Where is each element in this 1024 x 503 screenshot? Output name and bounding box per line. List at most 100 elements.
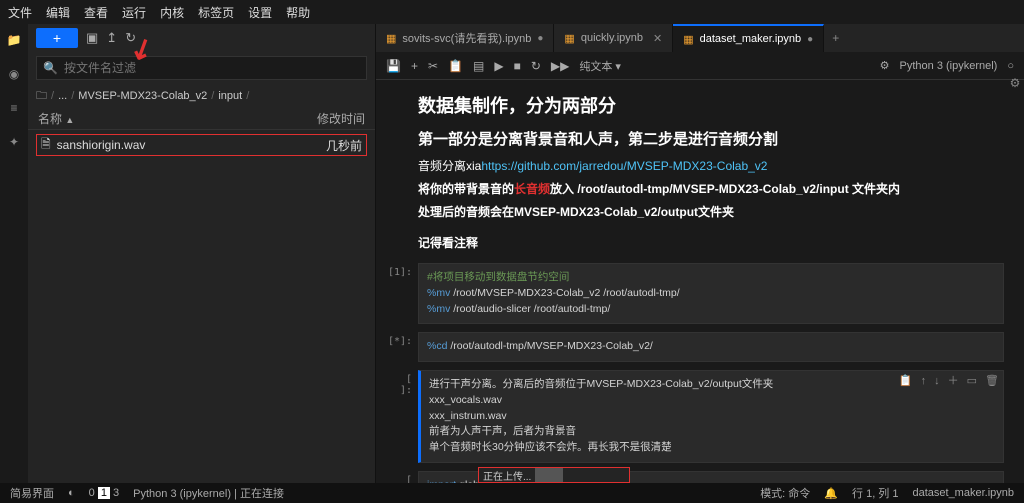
new-folder-icon[interactable]: ▣ bbox=[86, 30, 98, 46]
status-filename: dataset_maker.ipynb bbox=[912, 487, 1014, 499]
paste-icon[interactable]: ▤ bbox=[473, 59, 484, 73]
cell-actions: 📋 ↑ ↓ ＋ ▭ 🗑 bbox=[899, 373, 999, 390]
status-bar: 简易界面 ◐ 0 1 3 Python 3 (ipykernel) | 正在连接… bbox=[0, 483, 1024, 503]
file-browser-panel: + ▣ ↥ ↻ ↙ 🔍 🗀/ .../ MVSEP-MDX23-Colab_v2… bbox=[28, 24, 376, 483]
save-icon[interactable]: 💾 bbox=[386, 59, 401, 73]
status-kernel: Python 3 (ipykernel) | 正在连接 bbox=[133, 485, 284, 501]
menu-settings[interactable]: 设置 bbox=[248, 4, 272, 21]
activity-bar: 📁 ◉ ≡ ✦ bbox=[0, 24, 28, 483]
menu-file[interactable]: 文件 bbox=[8, 4, 32, 21]
file-filter-input[interactable] bbox=[64, 61, 360, 75]
menu-bar: 文件 编辑 查看 运行 内核 标签页 设置 帮助 bbox=[0, 0, 1024, 24]
notebook-toolbar: 💾 + ✂ 📋 ▤ ▶ ■ ↻ ▶▶ 纯文本 ▾ ⚙ Python 3 (ipy… bbox=[376, 52, 1024, 80]
cut-icon[interactable]: ✂ bbox=[428, 59, 438, 73]
status-0: 0 bbox=[89, 487, 95, 499]
file-icon: 🗎 bbox=[41, 135, 51, 156]
md-p4: 记得看注释 bbox=[418, 234, 1004, 251]
tab-dataset-maker[interactable]: ▦ dataset_maker.ipynb ● bbox=[673, 24, 824, 52]
markdown-cell[interactable]: 数据集制作，分为两部分 第一部分是分离背景音和人声，第二步是进行音频分割 音频分… bbox=[418, 92, 1004, 251]
md-p3: 处理后的音频会在MVSEP-MDX23-Colab_v2/output文件夹 bbox=[418, 203, 1004, 220]
file-row[interactable]: 🗎 sanshiorigin.wav 几秒前 bbox=[36, 134, 367, 156]
folder-icon: 🗀 bbox=[36, 87, 47, 106]
run-icon[interactable]: ▶ bbox=[494, 59, 503, 73]
stop-icon[interactable]: ■ bbox=[514, 59, 521, 73]
bell-icon[interactable]: 🔔 bbox=[824, 487, 838, 500]
notebook-icon: ▦ bbox=[386, 32, 396, 45]
tab-label: quickly.ipynb bbox=[581, 32, 643, 44]
folder-icon[interactable]: 📁 bbox=[6, 32, 22, 48]
cell-prompt: [1]: bbox=[388, 263, 418, 324]
notebook-icon: ▦ bbox=[683, 33, 693, 46]
status-1: 1 bbox=[98, 487, 110, 499]
menu-run[interactable]: 运行 bbox=[122, 4, 146, 21]
upload-icon[interactable]: ↥ bbox=[106, 30, 117, 46]
copy-icon[interactable]: 📋 bbox=[448, 59, 463, 73]
status-3: 3 bbox=[113, 487, 119, 499]
file-name: sanshiorigin.wav bbox=[57, 138, 146, 152]
col-name[interactable]: 名称 bbox=[38, 112, 62, 126]
new-button[interactable]: + bbox=[36, 28, 78, 48]
file-table-header: 名称 ▲ 修改时间 bbox=[28, 108, 375, 130]
status-simple-ui[interactable]: 简易界面 bbox=[10, 485, 54, 501]
close-icon[interactable]: ✕ bbox=[653, 32, 662, 45]
tab-sovits[interactable]: ▦ sovits-svc(请先看我).ipynb ● bbox=[376, 24, 554, 52]
col-mtime[interactable]: 修改时间 bbox=[317, 110, 365, 127]
kernel-name[interactable]: Python 3 (ipykernel) bbox=[900, 60, 998, 72]
md-p1: 音频分离xiahttps://github.com/jarredou/MVSEP… bbox=[418, 157, 1004, 174]
menu-view[interactable]: 查看 bbox=[84, 4, 108, 21]
running-icon[interactable]: ◉ bbox=[6, 66, 22, 82]
file-filter[interactable]: 🔍 bbox=[36, 56, 367, 80]
right-sidebar: ⚙ bbox=[1006, 76, 1024, 90]
menu-tabs[interactable]: 标签页 bbox=[198, 4, 234, 21]
cell-prompt: [ ]: bbox=[388, 370, 418, 463]
menu-edit[interactable]: 编辑 bbox=[46, 4, 70, 21]
cell-prompt: [ ]: bbox=[388, 471, 418, 483]
dirty-icon: ● bbox=[807, 34, 813, 45]
code-cell[interactable]: [*]: %cd /root/autodl-tmp/MVSEP-MDX23-Co… bbox=[388, 332, 1004, 362]
restart-run-icon[interactable]: ▶▶ bbox=[551, 59, 569, 73]
bc-2[interactable]: input bbox=[218, 90, 242, 102]
progress-bar bbox=[535, 468, 563, 482]
insert-below-icon[interactable]: ▭ bbox=[967, 373, 977, 390]
notebook-body[interactable]: 数据集制作，分为两部分 第一部分是分离背景音和人声，第二步是进行音频分割 音频分… bbox=[376, 80, 1024, 483]
gear-icon[interactable]: ⚙ bbox=[1010, 76, 1021, 90]
md-h2: 数据集制作，分为两部分 bbox=[418, 92, 1004, 118]
insert-above-icon[interactable]: ＋ bbox=[948, 373, 959, 390]
bc-0[interactable]: ... bbox=[58, 90, 67, 102]
kernel-indicator-icon: ⚙ bbox=[880, 59, 890, 72]
upload-progress: 正在上传... bbox=[478, 467, 630, 483]
toc-icon[interactable]: ≡ bbox=[6, 100, 22, 116]
bc-1[interactable]: MVSEP-MDX23-Colab_v2 bbox=[78, 90, 207, 102]
status-cursor: 行 1, 列 1 bbox=[852, 485, 898, 501]
editor-area: ▦ sovits-svc(请先看我).ipynb ● ▦ quickly.ipynb ✕… bbox=[376, 24, 1024, 483]
status-mode: 模式: 命令 bbox=[760, 485, 810, 501]
tab-label: sovits-svc(请先看我).ipynb bbox=[402, 30, 531, 46]
restart-icon[interactable]: ↻ bbox=[531, 59, 541, 73]
upload-label: 正在上传... bbox=[479, 468, 531, 483]
cell-type-select[interactable]: 纯文本 ▾ bbox=[579, 58, 621, 74]
kernel-status-icon: ○ bbox=[1007, 60, 1014, 72]
dirty-icon: ● bbox=[537, 33, 543, 44]
md-h3: 第一部分是分离背景音和人声，第二步是进行音频分割 bbox=[418, 128, 1004, 149]
extension-icon[interactable]: ✦ bbox=[6, 134, 22, 150]
tab-label: dataset_maker.ipynb bbox=[700, 33, 802, 45]
menu-help[interactable]: 帮助 bbox=[286, 4, 310, 21]
notebook-icon: ▦ bbox=[564, 32, 574, 45]
github-link[interactable]: https://github.com/jarredou/MVSEP-MDX23-… bbox=[481, 159, 767, 173]
code-cell[interactable]: [1]: #将项目移动到数据盘节约空间 %mv /root/MVSEP-MDX2… bbox=[388, 263, 1004, 324]
md-p2: 将你的带背景音的长音频放入 /root/autodl-tmp/MVSEP-MDX… bbox=[418, 180, 1004, 197]
tab-bar: ▦ sovits-svc(请先看我).ipynb ● ▦ quickly.ipynb ✕… bbox=[376, 24, 1024, 52]
add-cell-icon[interactable]: + bbox=[411, 59, 418, 73]
code-cell[interactable]: [ ]: 📋 ↑ ↓ ＋ ▭ 🗑 进行干声分离。分离后的音频位于MVSEP-MD… bbox=[388, 370, 1004, 463]
breadcrumb[interactable]: 🗀/ .../ MVSEP-MDX23-Colab_v2/ input/ bbox=[28, 84, 375, 108]
new-tab-button[interactable]: + bbox=[824, 31, 847, 45]
status-toggle-icon[interactable]: ◐ bbox=[68, 487, 75, 499]
move-down-icon[interactable]: ↓ bbox=[934, 373, 940, 390]
delete-cell-icon[interactable]: 🗑 bbox=[985, 373, 999, 390]
menu-kernel[interactable]: 内核 bbox=[160, 4, 184, 21]
file-mtime: 几秒前 bbox=[326, 137, 362, 154]
tab-quickly[interactable]: ▦ quickly.ipynb ✕ bbox=[554, 24, 673, 52]
duplicate-icon[interactable]: 📋 bbox=[899, 373, 913, 390]
search-icon: 🔍 bbox=[43, 61, 58, 75]
move-up-icon[interactable]: ↑ bbox=[921, 373, 927, 390]
